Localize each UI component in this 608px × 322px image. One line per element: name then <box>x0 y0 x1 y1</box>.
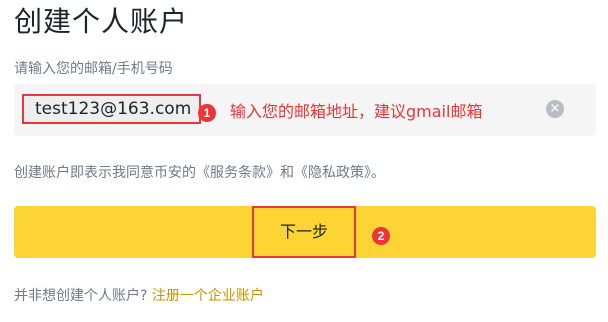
next-step-label[interactable]: 下一步 <box>252 206 356 258</box>
page-title: 创建个人账户 <box>14 5 189 38</box>
step-1-annotation: 输入您的邮箱地址，建议gmail邮箱 <box>230 102 483 121</box>
email-field-label: 请输入您的邮箱/手机号码 <box>14 61 173 77</box>
step-1-badge: 1 <box>198 104 216 122</box>
terms-text: 创建账户即表示我同意币安的《服务条款》和《隐私政策》。 <box>14 165 385 181</box>
next-step-button[interactable]: 下一步 2 <box>14 206 596 258</box>
footer-question: 并非想创建个人账户? <box>14 288 148 304</box>
email-input-box[interactable]: test123@163.com 1 输入您的邮箱地址，建议gmail邮箱 × <box>14 84 596 136</box>
footer: 并非想创建个人账户? 注册一个企业账户 <box>14 286 264 306</box>
step-2-badge: 2 <box>372 227 390 245</box>
email-input-value[interactable]: test123@163.com <box>22 94 201 124</box>
register-business-account-link[interactable]: 注册一个企业账户 <box>152 288 264 304</box>
clear-input-icon[interactable]: × <box>546 100 564 118</box>
